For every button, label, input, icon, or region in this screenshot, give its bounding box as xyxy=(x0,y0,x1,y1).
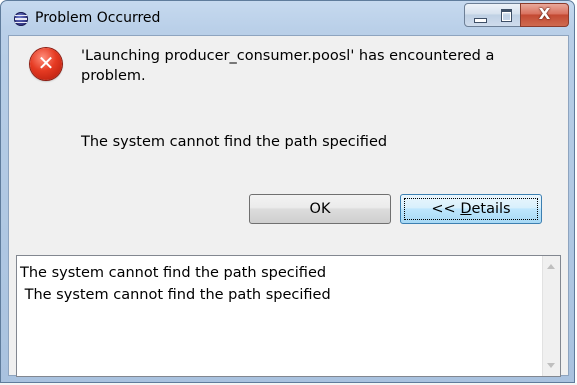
problem-dialog-window: Problem Occurred X ✕ 'Launching producer… xyxy=(0,0,575,383)
window-title: Problem Occurred xyxy=(35,10,161,26)
focus-ring xyxy=(404,198,538,220)
details-line: The system cannot find the path specifie… xyxy=(20,265,327,281)
minimize-button[interactable] xyxy=(464,3,494,27)
error-message: 'Launching producer_consumer.poosl' has … xyxy=(81,48,495,84)
details-text: The system cannot find the path specifie… xyxy=(20,262,331,306)
ok-button[interactable]: OK xyxy=(249,194,391,224)
title-bar[interactable]: Problem Occurred X xyxy=(1,1,574,35)
details-text-area[interactable]: The system cannot find the path specifie… xyxy=(16,255,561,377)
minimize-icon xyxy=(474,18,487,23)
maximize-button[interactable] xyxy=(493,3,521,27)
close-button[interactable]: X xyxy=(520,3,569,27)
details-line: The system cannot find the path specifie… xyxy=(20,287,331,303)
scroll-down-icon[interactable] xyxy=(547,363,555,368)
close-icon: X xyxy=(538,5,551,23)
eclipse-app-icon xyxy=(14,12,28,26)
details-scrollbar[interactable] xyxy=(542,256,560,376)
error-icon: ✕ xyxy=(30,48,62,80)
scroll-up-icon[interactable] xyxy=(547,264,555,269)
maximize-icon xyxy=(501,9,512,22)
details-button[interactable]: << Details xyxy=(400,194,542,224)
dialog-content: ✕ 'Launching producer_consumer.poosl' ha… xyxy=(8,35,569,377)
error-detail: The system cannot find the path specifie… xyxy=(81,134,388,150)
